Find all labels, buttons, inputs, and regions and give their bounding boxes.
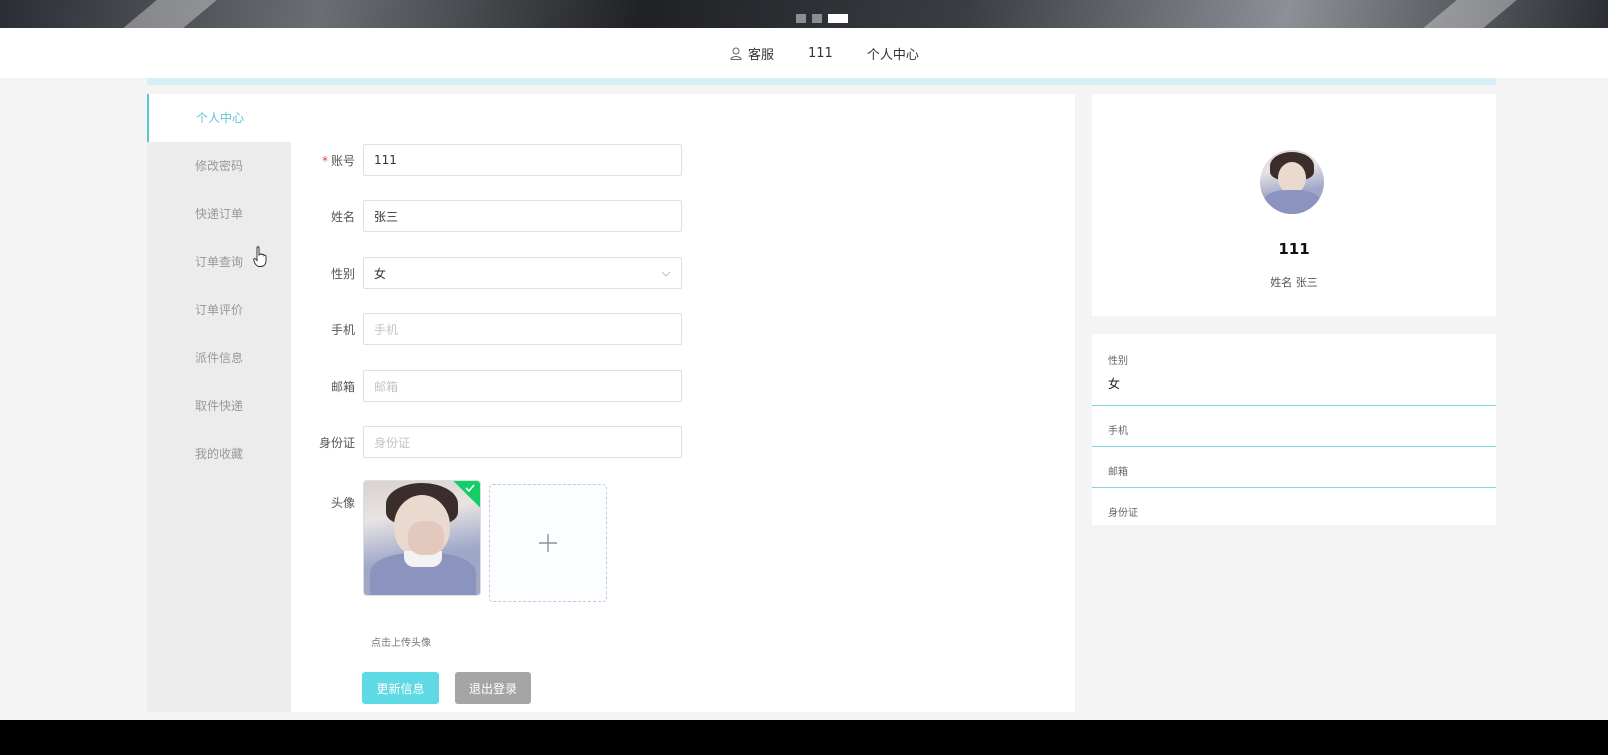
customer-service-link[interactable]: 客服 (730, 44, 774, 63)
avatar-thumbnail[interactable] (363, 480, 481, 596)
banner-stripe (1423, 0, 1517, 28)
gender-select[interactable]: 女 (363, 257, 682, 289)
top-banner (0, 0, 1608, 28)
account-label-text: 账号 (330, 153, 355, 168)
hand-cursor-icon (253, 246, 267, 267)
top-navbar: 客服 111 个人中心 (0, 28, 1608, 78)
info-row-phone: 手机 (1092, 406, 1496, 447)
sidebar-item-delivery-info[interactable]: 派件信息 (147, 334, 291, 382)
form-row-name: 姓名 张三 (291, 200, 682, 232)
account-label: * 账号 (291, 152, 363, 169)
form-row-gender: 性别 女 (291, 257, 682, 289)
email-input[interactable]: 邮箱 (363, 370, 682, 402)
profile-avatar-shirt (1264, 190, 1320, 214)
gender-label: 性别 (330, 266, 355, 281)
sidebar-item-change-password[interactable]: 修改密码 (147, 142, 291, 190)
carousel-dots (796, 14, 848, 23)
carousel-dot-active[interactable] (828, 14, 848, 23)
account-input[interactable]: 111 (363, 144, 682, 176)
avatar-label: 头像 (330, 496, 355, 510)
required-mark: * (321, 153, 328, 168)
name-input[interactable]: 张三 (363, 200, 682, 232)
info-phone-key: 手机 (1108, 426, 1128, 437)
sidebar-item-express-orders[interactable]: 快递订单 (147, 190, 291, 238)
profile-username: 111 (1278, 240, 1310, 258)
top-nav: 客服 111 个人中心 (730, 44, 953, 63)
email-label: 邮箱 (330, 379, 355, 394)
phone-input[interactable]: 手机 (363, 313, 682, 345)
username-label: 111 (808, 46, 833, 61)
profile-realname: 姓名 张三 (1270, 276, 1318, 289)
info-idcard-key: 身份证 (1108, 508, 1138, 519)
avatar-upload-box[interactable] (489, 484, 607, 602)
form-row-phone: 手机 手机 (291, 313, 682, 345)
phone-label: 手机 (330, 322, 355, 337)
carousel-dot[interactable] (796, 14, 806, 23)
name-label: 姓名 (330, 209, 355, 224)
chevron-down-icon (661, 271, 671, 277)
info-email-key: 邮箱 (1108, 467, 1128, 478)
avatar-hand (408, 521, 444, 555)
plus-icon (539, 534, 557, 552)
info-row-gender: 性别 女 (1092, 334, 1496, 406)
banner-stripe (123, 0, 217, 28)
update-info-button[interactable]: 更新信息 (362, 672, 439, 704)
check-icon (465, 484, 475, 493)
idcard-label: 身份证 (318, 435, 355, 450)
profile-form-panel: *账号 111 姓名 张三 性别 女 手机 手机 邮箱 邮箱 身份证 身份证 (291, 94, 1075, 712)
sidebar-item-favorites[interactable]: 我的收藏 (147, 430, 291, 478)
accent-line (147, 78, 1496, 85)
customer-service-label: 客服 (748, 48, 775, 63)
profile-summary-card: 111 姓名 张三 (1092, 94, 1496, 316)
carousel-dot[interactable] (812, 14, 822, 23)
personal-center-label: 个人中心 (866, 48, 919, 63)
idcard-input[interactable]: 身份证 (363, 426, 682, 458)
sidebar-item-personal-center[interactable]: 个人中心 (147, 94, 291, 142)
bottom-black-bar (0, 720, 1608, 755)
info-gender-value: 女 (1108, 377, 1121, 391)
info-row-idcard: 身份证 (1092, 488, 1496, 525)
upload-tip: 点击上传头像 (371, 638, 431, 649)
sidebar-item-order-query[interactable]: 订单查询 (147, 238, 291, 286)
sidebar-item-order-review[interactable]: 订单评价 (147, 286, 291, 334)
profile-info-card: 性别 女 手机 邮箱 身份证 (1092, 334, 1496, 525)
gender-select-value: 女 (374, 266, 387, 281)
username-link[interactable]: 111 (808, 46, 833, 61)
info-row-email: 邮箱 (1092, 447, 1496, 488)
form-row-idcard: 身份证 身份证 (291, 426, 682, 458)
profile-avatar (1260, 150, 1324, 214)
sidebar: 个人中心 修改密码 快递订单 订单查询 订单评价 派件信息 取件快递 我的收藏 (147, 94, 291, 712)
form-row-account: * 账号 111 (291, 144, 682, 176)
logout-button[interactable]: 退出登录 (455, 672, 531, 704)
form-row-email: 邮箱 邮箱 (291, 370, 682, 402)
user-icon (730, 47, 742, 60)
info-gender-key: 性别 (1108, 356, 1128, 367)
page-content: 个人中心 修改密码 快递订单 订单查询 订单评价 派件信息 取件快递 我的收藏 … (0, 78, 1608, 720)
personal-center-link[interactable]: 个人中心 (867, 44, 919, 63)
sidebar-item-pickup[interactable]: 取件快递 (147, 382, 291, 430)
form-row-avatar: 头像 (291, 480, 607, 602)
